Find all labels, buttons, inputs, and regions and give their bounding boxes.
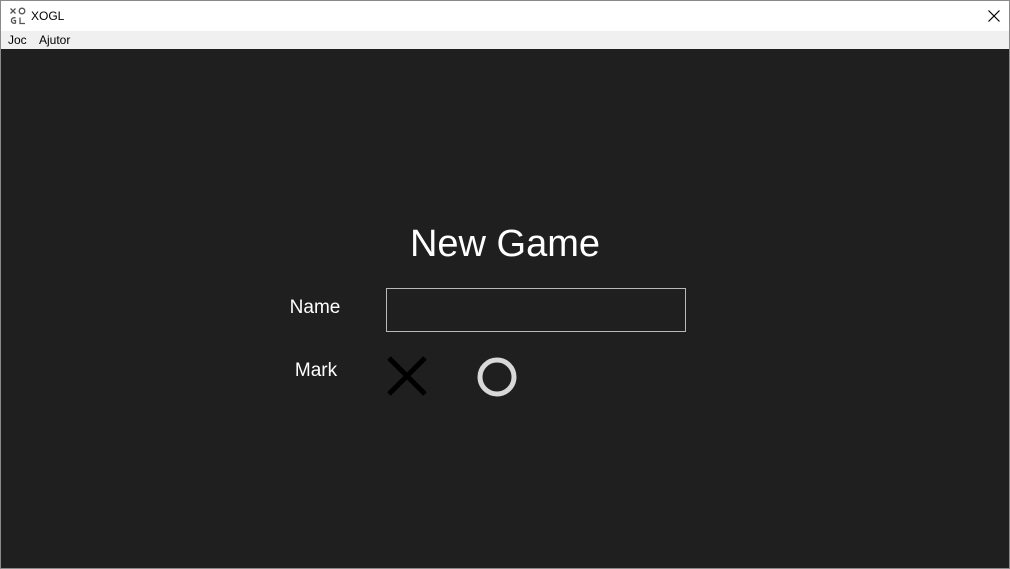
o-mark-icon[interactable] — [475, 354, 519, 398]
menu-item-ajutor[interactable]: Ajutor — [39, 33, 70, 47]
title-bar: XOGL — [1, 1, 1009, 31]
xogl-app-icon — [10, 7, 26, 25]
close-button[interactable] — [979, 1, 1009, 31]
page-title: New Game — [409, 223, 601, 265]
menu-item-joc[interactable]: Joc — [8, 33, 27, 47]
window-title: XOGL — [31, 9, 65, 23]
app-window: XOGL Joc Ajutor New Game Name Mark — [0, 0, 1010, 569]
name-label: Name — [289, 297, 341, 318]
close-icon — [988, 10, 1000, 22]
new-game-panel: New Game Name Mark — [1, 49, 1009, 568]
mark-label: Mark — [294, 360, 338, 381]
x-mark-icon[interactable] — [385, 354, 429, 398]
name-input[interactable] — [386, 288, 686, 332]
menu-bar: Joc Ajutor — [1, 31, 1009, 49]
